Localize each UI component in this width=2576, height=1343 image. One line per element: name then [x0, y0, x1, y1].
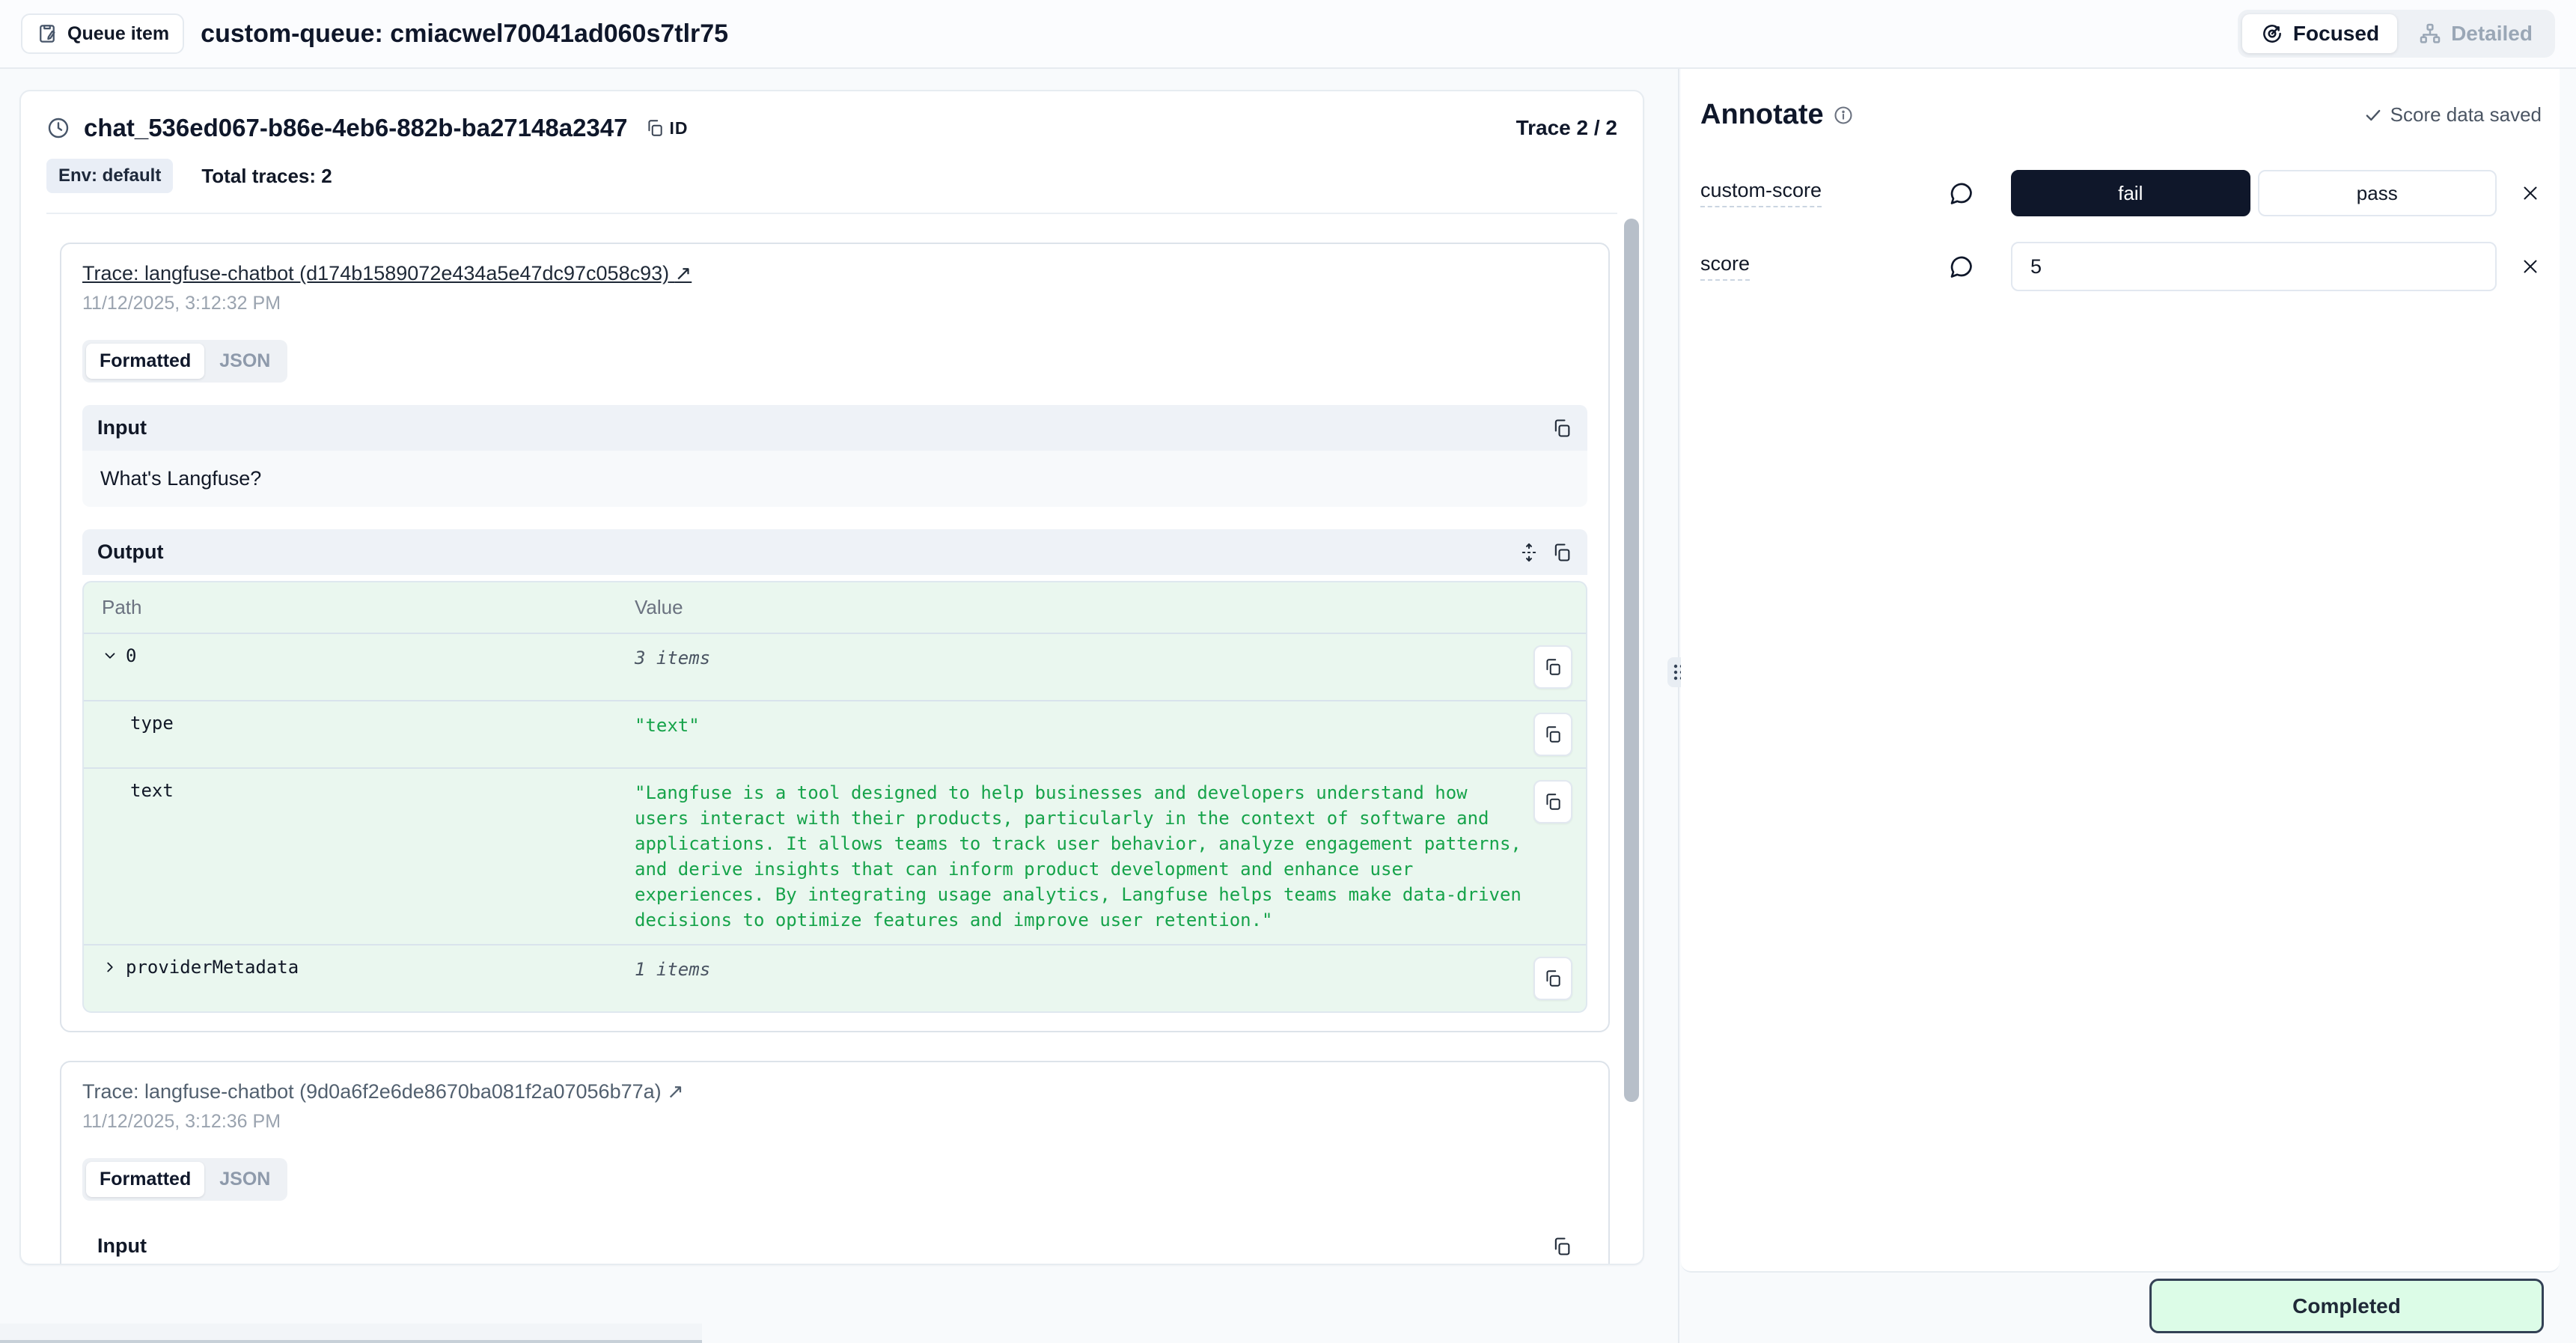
trace-counter: Trace 2 / 2 — [1516, 116, 1617, 140]
copy-row-button[interactable] — [1533, 713, 1572, 756]
bottom-scroll-strip[interactable] — [0, 1324, 702, 1343]
trace-1-format-tabs: Formatted JSON — [82, 340, 287, 383]
queue-item-badge-label: Queue item — [67, 23, 169, 45]
annotate-panel: Annotate Score data saved custom-score — [1681, 69, 2560, 1273]
trace-2-input-section: Input How to get user feedback in my tra… — [82, 1223, 1587, 1264]
output-section-title: Output — [97, 540, 163, 564]
queue-item-icon — [36, 22, 58, 45]
table-header-row: Path Value — [84, 582, 1586, 634]
table-row[interactable]: 0 3 items — [84, 634, 1586, 701]
trace-scroll-region: Trace: langfuse-chatbot (d174b1589072e43… — [21, 214, 1643, 1264]
tab-formatted[interactable]: Formatted — [86, 1162, 204, 1197]
external-link-icon: ↗ — [675, 262, 692, 284]
score-value-input[interactable] — [2011, 242, 2497, 291]
trace-1-link[interactable]: Trace: langfuse-chatbot (d174b1589072e43… — [82, 262, 692, 284]
copy-icon[interactable] — [1551, 1236, 1572, 1257]
comment-icon[interactable] — [1947, 180, 1974, 207]
trace-1-input-text: What's Langfuse? — [82, 451, 1587, 507]
trace-1-input-section: Input What's Langfuse? — [82, 405, 1587, 507]
top-header: Queue item custom-queue: cmiacwel70041ad… — [0, 0, 2576, 69]
col-header-path: Path — [102, 596, 635, 619]
completed-button[interactable]: Completed — [2149, 1279, 2544, 1333]
score-label: score — [1700, 252, 1750, 281]
input-section-title: Input — [97, 416, 147, 439]
table-row[interactable]: providerMetadata 1 items — [84, 945, 1586, 1011]
chevron-right-icon[interactable] — [102, 959, 118, 975]
close-icon[interactable] — [2519, 182, 2542, 204]
queue-item-card: chat_536ed067-b86e-4eb6-882b-ba27148a234… — [19, 90, 1644, 1265]
focused-toggle-button[interactable]: Focused — [2242, 14, 2397, 53]
copy-icon[interactable] — [1551, 418, 1572, 439]
tab-formatted[interactable]: Formatted — [86, 344, 204, 379]
main-area: chat_536ed067-b86e-4eb6-882b-ba27148a234… — [0, 69, 2576, 1343]
info-icon[interactable] — [1833, 105, 1854, 126]
detailed-toggle-button[interactable]: Detailed — [2400, 14, 2551, 53]
detailed-toggle-label: Detailed — [2451, 22, 2533, 46]
detailed-icon — [2418, 22, 2442, 46]
total-traces-label: Total traces: 2 — [201, 165, 332, 188]
vertical-scrollbar[interactable] — [1624, 219, 1639, 1102]
col-header-value: Value — [635, 596, 1524, 619]
trace-card-1: Trace: langfuse-chatbot (d174b1589072e43… — [60, 243, 1610, 1032]
focused-icon — [2260, 22, 2284, 46]
trace-1-output-table: Path Value 0 3 items — [82, 581, 1587, 1013]
copy-icon[interactable] — [1551, 542, 1572, 563]
comment-icon[interactable] — [1947, 253, 1974, 280]
score-option-pass[interactable]: pass — [2258, 170, 2497, 216]
close-icon[interactable] — [2519, 255, 2542, 278]
input-section-title: Input — [97, 1234, 147, 1258]
score-option-fail[interactable]: fail — [2011, 170, 2250, 216]
external-link-icon: ↗ — [667, 1080, 684, 1103]
view-toggle: Focused Detailed — [2238, 10, 2555, 58]
copy-row-button[interactable] — [1533, 645, 1572, 689]
panel-divider — [1678, 69, 1679, 1343]
trace-1-timestamp: 11/12/2025, 3:12:32 PM — [82, 293, 1587, 314]
trace-2-timestamp: 11/12/2025, 3:12:36 PM — [82, 1111, 1587, 1133]
clock-icon — [46, 116, 70, 140]
trace-2-format-tabs: Formatted JSON — [82, 1158, 287, 1201]
annotate-title: Annotate — [1700, 99, 1824, 131]
score-label: custom-score — [1700, 179, 1822, 207]
item-title: chat_536ed067-b86e-4eb6-882b-ba27148a234… — [84, 114, 627, 142]
focused-toggle-label: Focused — [2293, 22, 2379, 46]
tab-json[interactable]: JSON — [206, 344, 284, 379]
check-icon — [2363, 106, 2383, 125]
score-saved-status: Score data saved — [2363, 103, 2542, 127]
trace-card-2: Trace: langfuse-chatbot (9d0a6f2e6de8670… — [60, 1061, 1610, 1264]
tab-json[interactable]: JSON — [206, 1162, 284, 1197]
score-row-score: score — [1700, 242, 2542, 291]
queue-item-badge: Queue item — [21, 13, 184, 54]
score-row-custom-score: custom-score fail pass — [1700, 170, 2542, 216]
env-badge: Env: default — [46, 159, 173, 193]
copy-row-button[interactable] — [1533, 780, 1572, 823]
id-label: ID — [669, 118, 688, 138]
chevron-down-icon[interactable] — [102, 648, 118, 664]
copy-id-icon[interactable] — [645, 118, 665, 138]
item-header: chat_536ed067-b86e-4eb6-882b-ba27148a234… — [21, 91, 1643, 214]
trace-1-output-section: Output — [82, 529, 1587, 1013]
copy-row-button[interactable] — [1533, 957, 1572, 1000]
table-row[interactable]: type "text" — [84, 701, 1586, 769]
page-title: custom-queue: cmiacwel70041ad060s7tlr75 — [201, 19, 728, 49]
trace-2-link[interactable]: Trace: langfuse-chatbot (9d0a6f2e6de8670… — [82, 1080, 684, 1103]
unfold-vertical-icon[interactable] — [1519, 542, 1539, 563]
table-row[interactable]: text "Langfuse is a tool designed to hel… — [84, 769, 1586, 945]
